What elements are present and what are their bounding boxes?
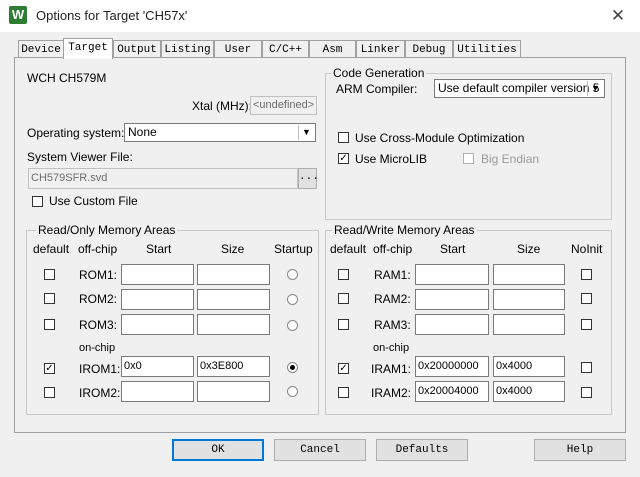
sysview-label: System Viewer File:: [27, 150, 133, 164]
ram2-size-field[interactable]: [493, 289, 565, 310]
rom3-label: ROM3:: [79, 318, 118, 332]
big-endian-checkbox[interactable]: [463, 153, 474, 164]
ram1-noinit-checkbox[interactable]: [581, 269, 592, 280]
big-endian-label: Big Endian: [481, 152, 540, 166]
rw-header-start: Start: [440, 242, 466, 256]
irom2-size-field[interactable]: [197, 381, 270, 402]
close-icon[interactable]: ✕: [604, 4, 632, 28]
chevron-down-icon: ▼: [298, 125, 314, 140]
ram3-default-checkbox[interactable]: [338, 319, 349, 330]
ram1-size-field[interactable]: [493, 264, 565, 285]
help-button[interactable]: Help: [534, 439, 626, 461]
ro-header-size: Size: [221, 242, 245, 256]
rom2-size-field[interactable]: [197, 289, 270, 310]
rom2-label: ROM2:: [79, 292, 118, 306]
ro-onchip-label: on-chip: [79, 342, 116, 354]
defaults-button[interactable]: Defaults: [376, 439, 468, 461]
app-icon: W: [9, 6, 27, 24]
xtal-field[interactable]: <undefined>: [250, 96, 317, 115]
ram3-noinit-checkbox[interactable]: [581, 319, 592, 330]
cancel-button[interactable]: Cancel: [274, 439, 366, 461]
ram1-start-field[interactable]: [415, 264, 489, 285]
rw-onchip-label: on-chip: [373, 342, 410, 354]
iram1-default-checkbox[interactable]: ✓: [338, 363, 349, 374]
arm-compiler-label: ARM Compiler:: [336, 82, 418, 96]
irom2-default-checkbox[interactable]: [44, 387, 55, 398]
rw-memory-title: Read/Write Memory Areas: [332, 223, 477, 237]
arm-compiler-select[interactable]: Use default compiler version 5 ▼: [434, 79, 605, 98]
rom1-default-checkbox[interactable]: [44, 269, 55, 280]
sysview-file-field[interactable]: CH579SFR.svd: [28, 168, 298, 189]
sysview-browse-button[interactable]: ...: [298, 168, 319, 189]
iram2-noinit-checkbox[interactable]: [581, 387, 592, 398]
cross-module-label: Use Cross-Module Optimization: [355, 131, 525, 145]
os-label: Operating system:: [27, 126, 125, 140]
iram2-default-checkbox[interactable]: [338, 387, 349, 398]
ram1-default-checkbox[interactable]: [338, 269, 349, 280]
microlib-checkbox[interactable]: ✓: [338, 153, 349, 164]
tab-target[interactable]: Target: [63, 38, 113, 59]
device-name: WCH CH579M: [27, 71, 107, 85]
iram1-noinit-checkbox[interactable]: [581, 362, 592, 373]
iram2-size-field[interactable]: 0x4000: [493, 381, 565, 402]
iram1-size-field[interactable]: 0x4000: [493, 356, 565, 377]
irom1-size-field[interactable]: 0x3E800: [197, 356, 270, 377]
ro-header-default: default: [33, 242, 70, 256]
code-generation-title: Code Generation: [331, 66, 427, 80]
ram3-size-field[interactable]: [493, 314, 565, 335]
rom2-default-checkbox[interactable]: [44, 293, 55, 304]
irom2-startup-radio[interactable]: [287, 386, 298, 397]
ro-header-offchip: off-chip: [78, 242, 118, 256]
rom1-startup-radio[interactable]: [287, 269, 298, 280]
rw-header-size: Size: [517, 242, 541, 256]
rom1-label: ROM1:: [79, 268, 118, 282]
ram2-label: RAM2:: [374, 292, 411, 306]
ram1-label: RAM1:: [374, 268, 411, 282]
irom1-startup-radio[interactable]: [287, 362, 298, 373]
rom2-start-field[interactable]: [121, 289, 194, 310]
rw-header-noinit: NoInit: [571, 242, 603, 256]
rom1-start-field[interactable]: [121, 264, 194, 285]
irom1-label: IROM1:: [79, 362, 121, 376]
ram3-start-field[interactable]: [415, 314, 489, 335]
os-value: None: [128, 125, 157, 139]
ram2-default-checkbox[interactable]: [338, 293, 349, 304]
use-custom-file-label: Use Custom File: [49, 194, 138, 208]
iram2-start-field[interactable]: 0x20004000: [415, 381, 489, 402]
irom2-start-field[interactable]: [121, 381, 194, 402]
rom1-size-field[interactable]: [197, 264, 270, 285]
ok-button[interactable]: OK: [172, 439, 264, 461]
arm-compiler-value: Use default compiler version 5: [438, 81, 600, 95]
rom2-startup-radio[interactable]: [287, 294, 298, 305]
ram2-noinit-checkbox[interactable]: [581, 293, 592, 304]
xtal-label: Xtal (MHz):: [192, 99, 252, 113]
cross-module-checkbox[interactable]: [338, 132, 349, 143]
rom3-start-field[interactable]: [121, 314, 194, 335]
ro-memory-title: Read/Only Memory Areas: [36, 223, 178, 237]
ro-header-startup: Startup: [274, 242, 313, 256]
rom3-startup-radio[interactable]: [287, 320, 298, 331]
ro-header-start: Start: [146, 242, 172, 256]
iram1-label: IRAM1:: [371, 362, 412, 376]
irom1-start-field[interactable]: 0x0: [121, 356, 194, 377]
rom3-size-field[interactable]: [197, 314, 270, 335]
rw-header-offchip: off-chip: [373, 242, 413, 256]
use-custom-file-checkbox[interactable]: [32, 196, 43, 207]
ram2-start-field[interactable]: [415, 289, 489, 310]
chevron-down-icon: ▼: [587, 81, 603, 96]
irom2-label: IROM2:: [79, 386, 121, 400]
microlib-label: Use MicroLIB: [355, 152, 428, 166]
ram3-label: RAM3:: [374, 318, 411, 332]
os-select[interactable]: None ▼: [124, 123, 316, 142]
window-title: Options for Target 'CH57x': [36, 8, 188, 23]
rw-header-default: default: [330, 242, 367, 256]
iram2-label: IRAM2:: [371, 386, 412, 400]
title-bar: W Options for Target 'CH57x' ✕: [0, 0, 640, 32]
rom3-default-checkbox[interactable]: [44, 319, 55, 330]
irom1-default-checkbox[interactable]: ✓: [44, 363, 55, 374]
iram1-start-field[interactable]: 0x20000000: [415, 356, 489, 377]
